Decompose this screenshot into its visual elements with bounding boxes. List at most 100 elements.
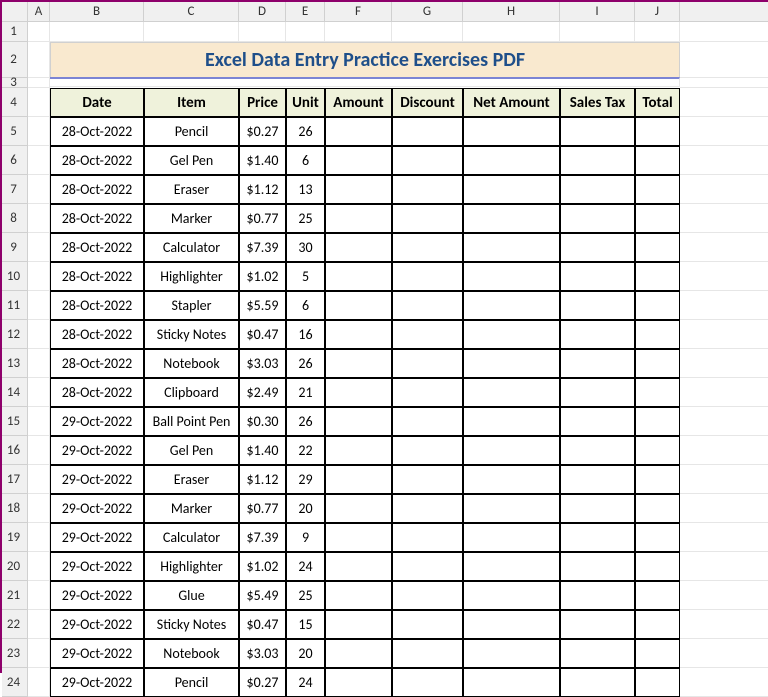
cell-empty[interactable] <box>392 494 463 523</box>
cell-empty[interactable] <box>463 407 560 436</box>
cell-pad-21[interactable] <box>680 581 768 610</box>
cell-empty[interactable] <box>392 523 463 552</box>
col-head-G[interactable]: G <box>392 2 463 22</box>
cell-pad-16[interactable] <box>680 436 768 465</box>
cell-pad-8[interactable] <box>680 204 768 233</box>
cell-pad-20[interactable] <box>680 552 768 581</box>
cell-empty[interactable] <box>325 581 392 610</box>
cell-empty[interactable] <box>635 668 680 697</box>
cell-A6[interactable] <box>28 146 50 175</box>
cell-empty[interactable] <box>325 320 392 349</box>
cell-item[interactable]: Calculator <box>144 233 239 262</box>
cell-empty[interactable] <box>635 552 680 581</box>
cell-price[interactable]: $5.49 <box>239 581 286 610</box>
cell-A20[interactable] <box>28 552 50 581</box>
cell-A24[interactable] <box>28 668 50 697</box>
col-head-E[interactable]: E <box>286 2 325 22</box>
cell-empty[interactable] <box>635 436 680 465</box>
cell-empty[interactable] <box>635 291 680 320</box>
cell-empty[interactable] <box>560 262 635 291</box>
cell-date[interactable]: 29-Oct-2022 <box>50 465 144 494</box>
cell-empty[interactable] <box>392 436 463 465</box>
cell-empty[interactable] <box>463 436 560 465</box>
cell-empty[interactable] <box>560 175 635 204</box>
cell-blank[interactable] <box>325 22 392 42</box>
cell-date[interactable]: 29-Oct-2022 <box>50 494 144 523</box>
cell-empty[interactable] <box>560 610 635 639</box>
cell-empty[interactable] <box>463 349 560 378</box>
row-head-11[interactable]: 11 <box>2 291 28 320</box>
cell-date[interactable]: 29-Oct-2022 <box>50 552 144 581</box>
cell-price[interactable]: $0.27 <box>239 668 286 697</box>
cell-empty[interactable] <box>635 349 680 378</box>
cell-price[interactable]: $2.49 <box>239 378 286 407</box>
cell-A15[interactable] <box>28 407 50 436</box>
cell-empty[interactable] <box>463 262 560 291</box>
cell-empty[interactable] <box>392 291 463 320</box>
cell-A22[interactable] <box>28 610 50 639</box>
cell-empty[interactable] <box>635 378 680 407</box>
cell-empty[interactable] <box>560 494 635 523</box>
cell-empty[interactable] <box>635 639 680 668</box>
cell-empty[interactable] <box>325 668 392 697</box>
cell-item[interactable]: Marker <box>144 204 239 233</box>
cell-pad-24[interactable] <box>680 668 768 697</box>
cell-empty[interactable] <box>463 552 560 581</box>
cell-empty[interactable] <box>325 146 392 175</box>
cell-empty[interactable] <box>463 639 560 668</box>
row-head-2[interactable]: 2 <box>2 42 28 78</box>
cell-A11[interactable] <box>28 291 50 320</box>
cell-blank[interactable] <box>50 22 144 42</box>
cell-empty[interactable] <box>635 320 680 349</box>
cell-empty[interactable] <box>325 494 392 523</box>
cell-price[interactable]: $0.27 <box>239 117 286 146</box>
cell-unit[interactable]: 21 <box>286 378 325 407</box>
cell-empty[interactable] <box>560 407 635 436</box>
cell-empty[interactable] <box>560 204 635 233</box>
cell-empty[interactable] <box>560 117 635 146</box>
cell-item[interactable]: Notebook <box>144 349 239 378</box>
cell-blank[interactable] <box>286 22 325 42</box>
cell-price[interactable]: $5.59 <box>239 291 286 320</box>
cell-unit[interactable]: 16 <box>286 320 325 349</box>
cell-empty[interactable] <box>325 291 392 320</box>
cell-price[interactable]: $3.03 <box>239 639 286 668</box>
cell-item[interactable]: Glue <box>144 581 239 610</box>
cell-item[interactable]: Clipboard <box>144 378 239 407</box>
cell-A7[interactable] <box>28 175 50 204</box>
cell-empty[interactable] <box>392 581 463 610</box>
row-head-17[interactable]: 17 <box>2 465 28 494</box>
cell-unit[interactable]: 20 <box>286 639 325 668</box>
cell-date[interactable]: 28-Oct-2022 <box>50 204 144 233</box>
cell-date[interactable]: 28-Oct-2022 <box>50 175 144 204</box>
cell-empty[interactable] <box>635 581 680 610</box>
cell-pad-19[interactable] <box>680 523 768 552</box>
col-head-C[interactable]: C <box>144 2 239 22</box>
row-head-10[interactable]: 10 <box>2 262 28 291</box>
cell-empty[interactable] <box>392 349 463 378</box>
cell-blank[interactable] <box>392 22 463 42</box>
cell-price[interactable]: $1.12 <box>239 465 286 494</box>
cell-item[interactable]: Gel Pen <box>144 146 239 175</box>
cell-pad-23[interactable] <box>680 639 768 668</box>
cell-price[interactable]: $1.40 <box>239 436 286 465</box>
cell-blank[interactable] <box>144 22 239 42</box>
cell-pad-12[interactable] <box>680 320 768 349</box>
cell-blank[interactable] <box>635 22 680 42</box>
header-date[interactable]: Date <box>50 88 144 117</box>
cell-date[interactable]: 29-Oct-2022 <box>50 668 144 697</box>
cell-empty[interactable] <box>560 233 635 262</box>
cell-empty[interactable] <box>325 117 392 146</box>
row-head-3[interactable]: 3 <box>2 78 28 88</box>
cell-empty[interactable] <box>325 407 392 436</box>
cell-A3[interactable] <box>28 78 50 88</box>
cell-pad-9[interactable] <box>680 233 768 262</box>
cell-empty[interactable] <box>560 349 635 378</box>
cell-pad-17[interactable] <box>680 465 768 494</box>
header-price[interactable]: Price <box>239 88 286 117</box>
cell-empty[interactable] <box>392 465 463 494</box>
header-total[interactable]: Total <box>635 88 680 117</box>
cell-item[interactable]: Gel Pen <box>144 436 239 465</box>
row-head-5[interactable]: 5 <box>2 117 28 146</box>
cell-unit[interactable]: 26 <box>286 117 325 146</box>
